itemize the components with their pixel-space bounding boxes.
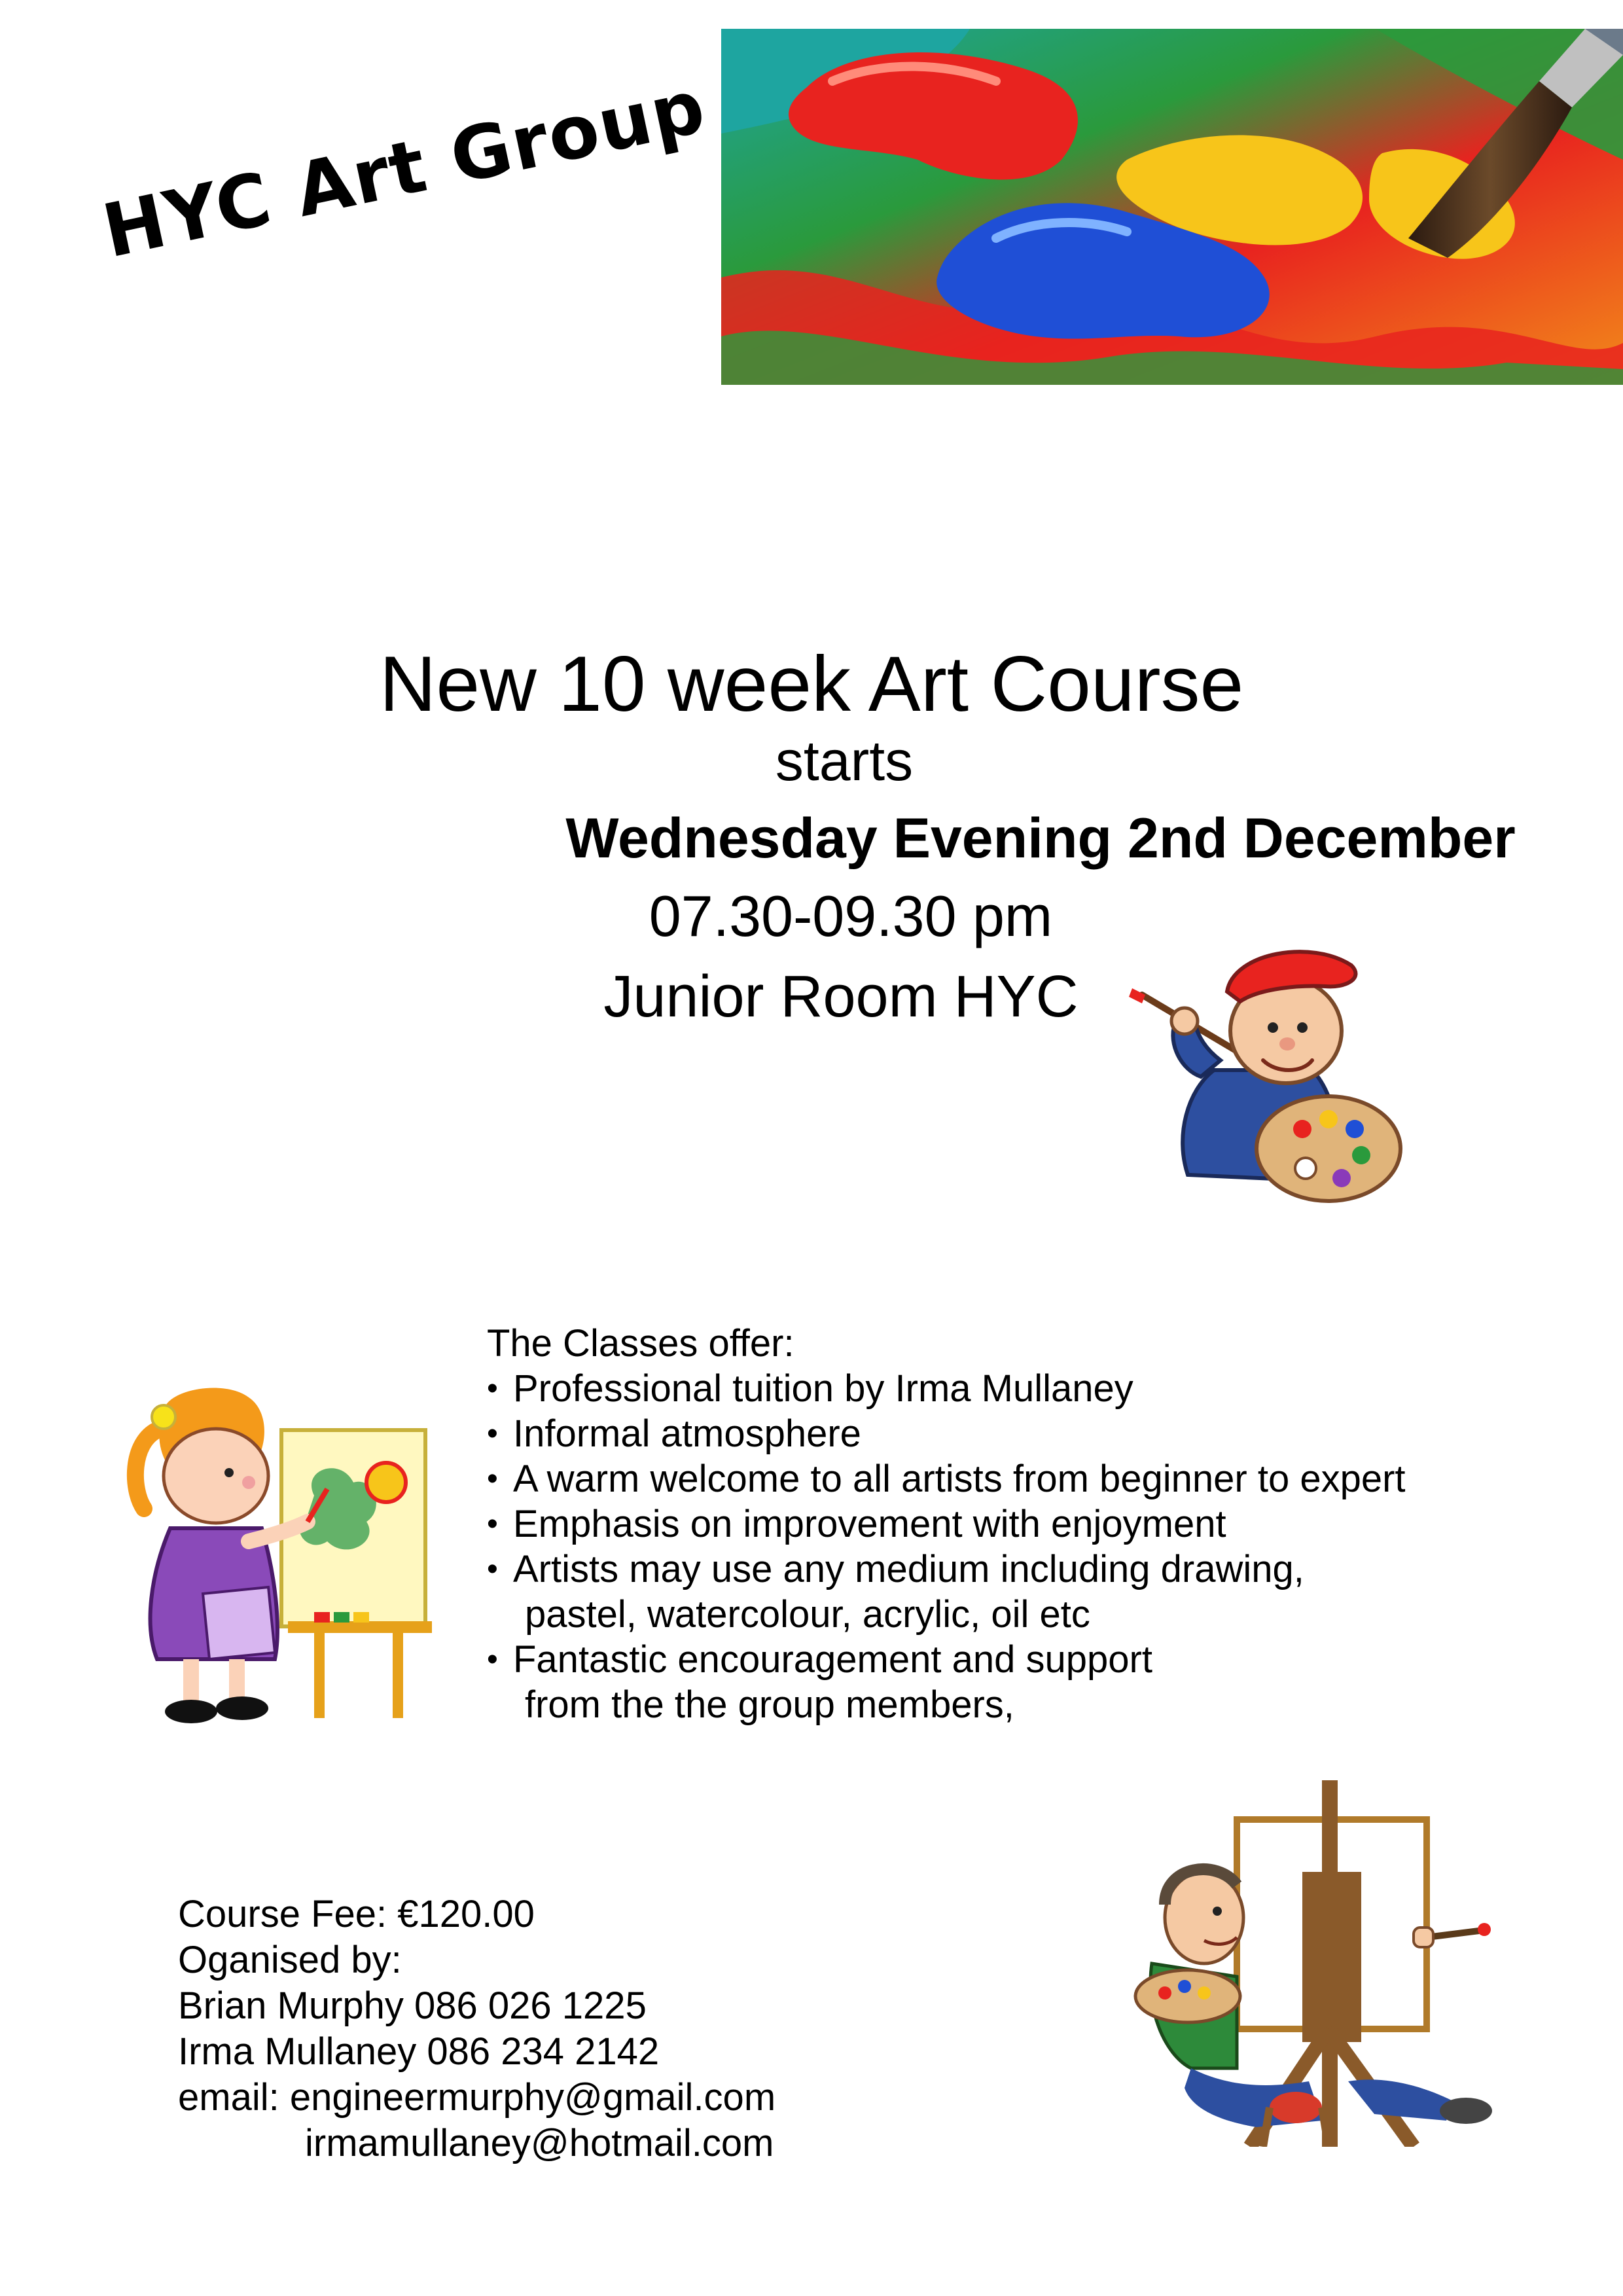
organised-by-label: Oganised by: — [178, 1939, 402, 1981]
list-item: Artists may use any medium including dra… — [487, 1547, 1599, 1637]
course-fee: Course Fee: €120.00 — [178, 1893, 535, 1935]
paint-brush-image — [721, 29, 1623, 385]
list-item: Fantastic encouragement and supportfrom … — [487, 1637, 1599, 1727]
course-date: Wednesday Evening 2nd December — [565, 807, 1516, 870]
list-item: Emphasis on improvement with enjoyment — [487, 1501, 1599, 1547]
girl-painting-icon — [126, 1388, 432, 1723]
list-item: Professional tuition by Irma Mullaney — [487, 1366, 1599, 1411]
classes-offer-list: Professional tuition by Irma Mullaney In… — [487, 1366, 1599, 1727]
painter-boy-illustration — [1116, 939, 1430, 1214]
man-at-easel-illustration — [1126, 1780, 1505, 2147]
email-secondary: irmamullaney@hotmail.com — [305, 2122, 774, 2164]
man-painting-icon — [1133, 1780, 1492, 2147]
starts-label: starts — [775, 730, 914, 793]
paint-brush-and-paint-blobs-icon — [721, 29, 1623, 385]
list-item: Informal atmosphere — [487, 1411, 1599, 1456]
list-item: A warm welcome to all artists from begin… — [487, 1456, 1599, 1501]
contact-section: Course Fee: €120.00 Oganised by: Brian M… — [178, 1892, 963, 2166]
classes-offer-section: The Classes offer: Professional tuition … — [487, 1321, 1599, 1727]
course-title: New 10 week Art Course — [379, 640, 1244, 728]
course-time: 07.30-09.30 pm — [649, 884, 1053, 948]
logo-text: HYC Art Group — [96, 63, 713, 275]
girl-at-easel-illustration — [118, 1378, 445, 1731]
email-primary: email: engineermurphy@gmail.com — [178, 2076, 776, 2119]
classes-offer-heading: The Classes offer: — [487, 1322, 794, 1365]
painter-boy-icon — [1129, 950, 1402, 1203]
organiser-irma: Irma Mullaney 086 234 2142 — [178, 2030, 660, 2073]
organiser-brian: Brian Murphy 086 026 1225 — [178, 1984, 647, 2027]
